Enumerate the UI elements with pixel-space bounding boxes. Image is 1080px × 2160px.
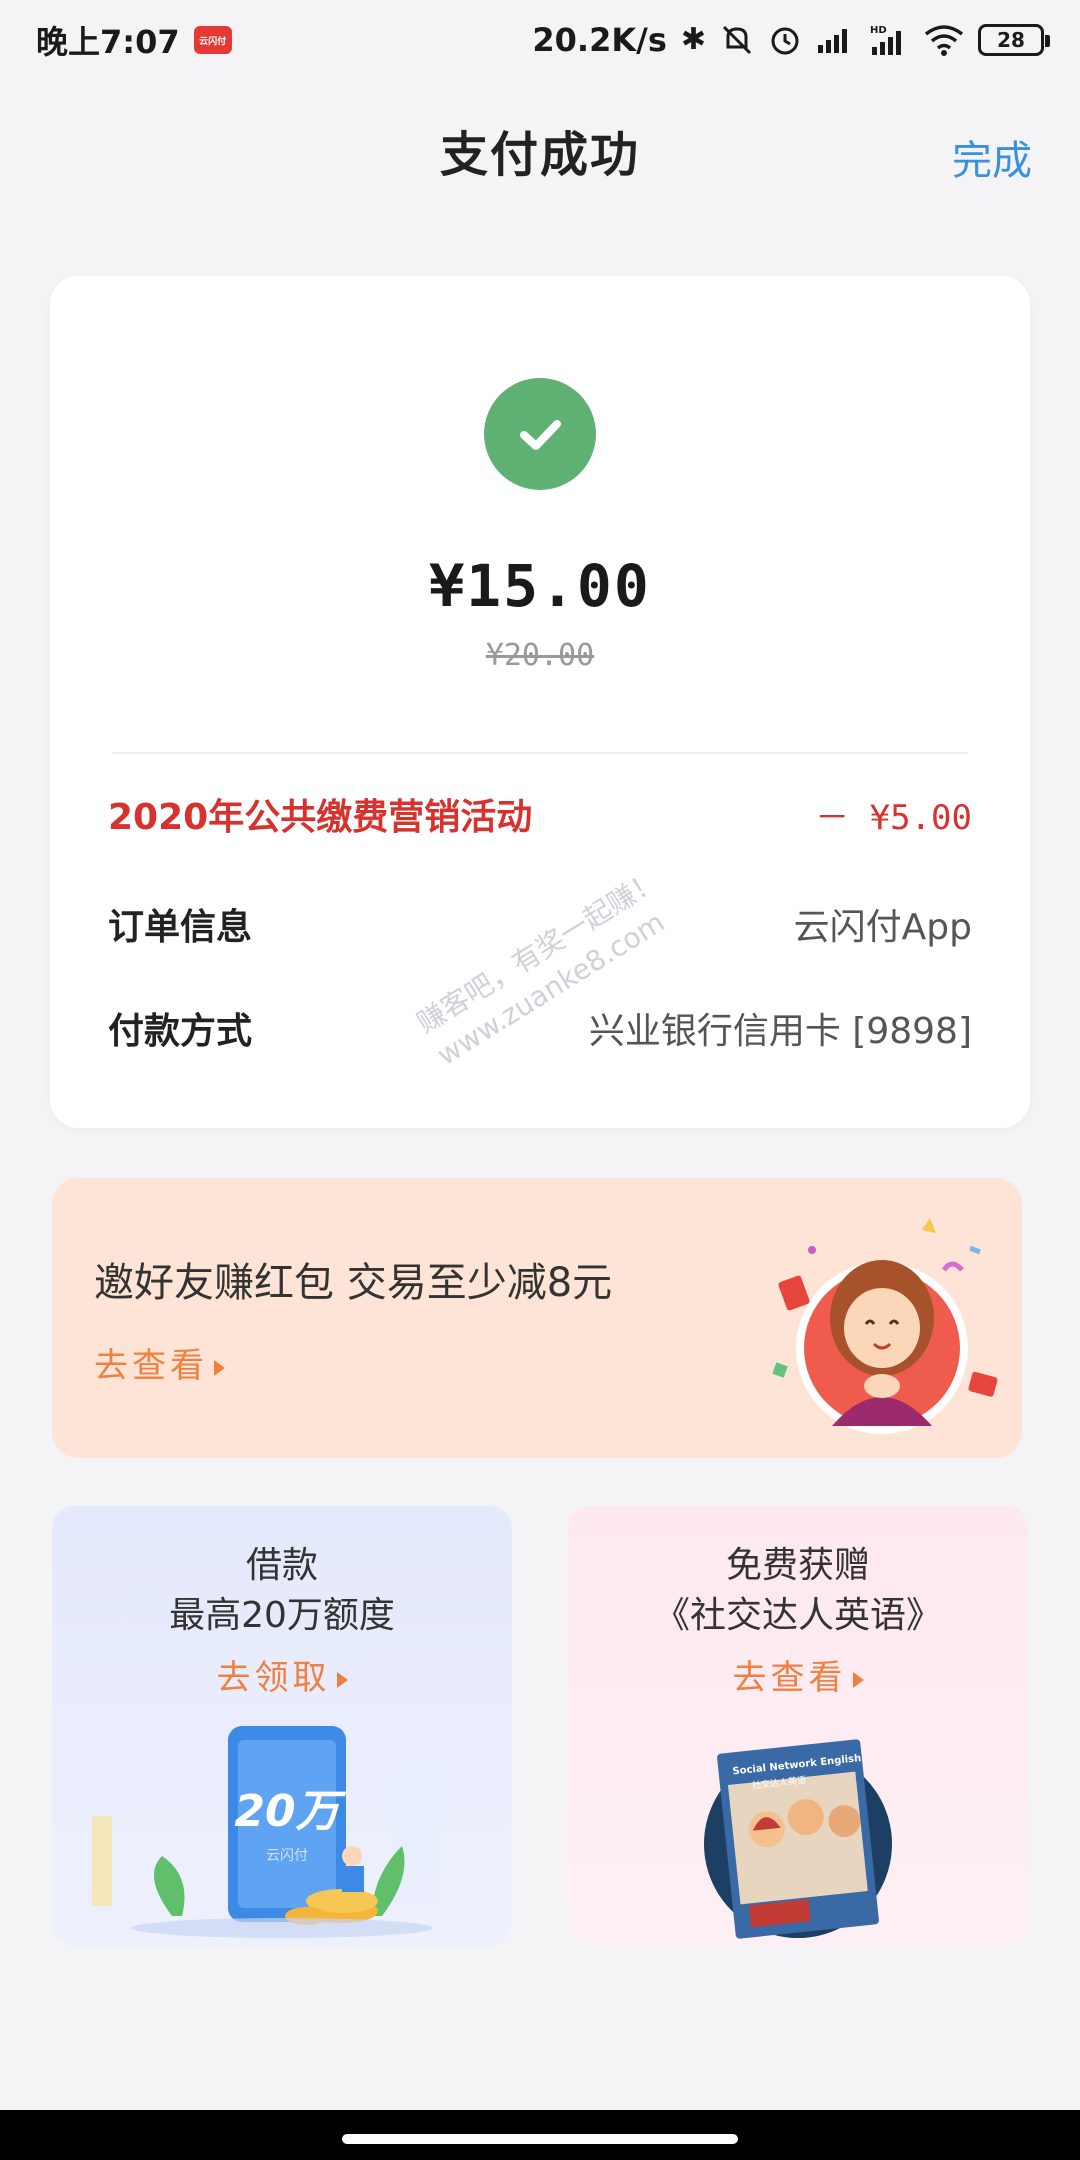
invite-friends-banner[interactable]: 邀好友赚红包 交易至少减8元 去查看: [52, 1178, 1022, 1458]
network-speed: 20.2K/s: [532, 21, 667, 59]
order-info-row: 订单信息 云闪付App: [108, 894, 972, 954]
app-notification-icon: 云闪付: [193, 26, 232, 54]
loan-claim-link[interactable]: 去领取: [52, 1650, 512, 1699]
play-arrow-icon: [852, 1671, 864, 1688]
payment-method-row: 付款方式 兴业银行信用卡 [9898]: [108, 998, 972, 1058]
play-arrow-icon: [214, 1359, 225, 1376]
battery-icon: 28: [978, 24, 1050, 56]
promo-label: 2020年公共缴费营销活动: [108, 797, 533, 838]
mute-icon: [722, 25, 752, 55]
status-time: 晚上7:07: [36, 23, 180, 61]
payment-result-card: ¥15.00 ¥20.00 2020年公共缴费营销活动 － ¥5.00 订单信息…: [50, 276, 1030, 1128]
bluetooth-icon: ✱: [680, 22, 706, 57]
payment-method-label: 付款方式: [108, 1011, 253, 1052]
loan-subtitle: 最高20万额度: [169, 1595, 395, 1636]
signal-hd-icon: HD: [870, 25, 901, 55]
order-info-value: 云闪付App: [793, 907, 972, 948]
original-amount: ¥20.00: [485, 638, 595, 673]
alarm-icon: [771, 27, 799, 55]
invite-view-link[interactable]: 去查看: [94, 1338, 225, 1387]
order-info-label: 订单信息: [108, 907, 253, 948]
page-title: 支付成功: [439, 127, 640, 183]
divider: [112, 752, 968, 754]
loan-title: 借款: [245, 1545, 318, 1586]
girl-illustration-icon: [772, 1218, 998, 1434]
payment-method-value: 兴业银行信用卡 [9898]: [588, 1011, 972, 1052]
done-button[interactable]: 完成: [952, 128, 1032, 186]
status-bar: 晚上7:07 云闪付 20.2K/s ✱ HD 28: [0, 0, 1080, 80]
book-subtitle: 《社交达人英语》: [653, 1595, 942, 1636]
play-arrow-icon: [336, 1671, 348, 1688]
book-title: 免费获赠: [725, 1545, 870, 1586]
signal-icon: [818, 29, 847, 53]
loan-promo-card[interactable]: 借款 最高20万额度 去领取 20万 云闪付: [52, 1506, 512, 1946]
page-header: 支付成功 完成: [0, 100, 1080, 200]
promo-row: 2020年公共缴费营销活动 － ¥5.00: [108, 784, 972, 844]
home-indicator[interactable]: [342, 2134, 738, 2144]
promo-discount: － ¥5.00: [815, 797, 972, 838]
book-view-link[interactable]: 去查看: [568, 1650, 1028, 1699]
english-book-promo-card[interactable]: 免费获赠 《社交达人英语》 去查看 Social Network English…: [568, 1506, 1028, 1946]
phone-loan-illustration-icon: 20万 云闪付: [92, 1726, 442, 1938]
wifi-icon: [924, 25, 964, 56]
svg-text:20万: 20万: [234, 1786, 346, 1837]
success-check-icon: [484, 378, 596, 490]
invite-title: 邀好友赚红包 交易至少减8元: [94, 1260, 613, 1306]
paid-amount: ¥15.00: [429, 552, 651, 620]
book-cover-illustration-icon: Social Network English 社交达人英语: [704, 1739, 892, 1939]
svg-text:HD: HD: [870, 25, 887, 36]
svg-text:云闪付: 云闪付: [266, 1848, 308, 1864]
